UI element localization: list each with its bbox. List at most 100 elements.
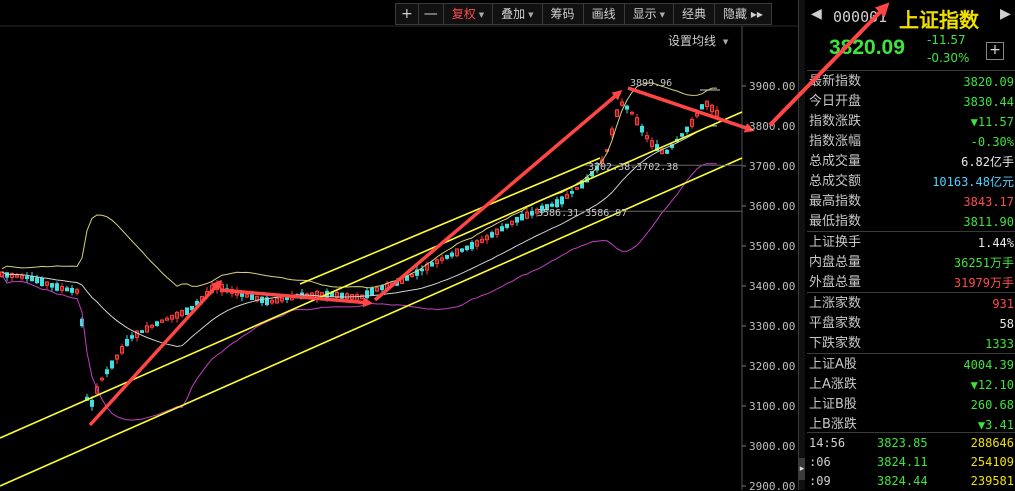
classic-button[interactable]: 经典 (672, 3, 715, 25)
stat-label: 上证B股 (809, 397, 857, 412)
y-tick-label: 2900.00 (749, 480, 795, 490)
tick-row: :06 3824.11 254109 (807, 453, 1015, 472)
zoom-in-button[interactable]: + (395, 3, 419, 25)
y-tick-label: 3400.00 (749, 280, 795, 293)
candle-body (420, 268, 424, 272)
stat-row: 总成交量 6.82亿手 (807, 152, 1015, 172)
candle-body (35, 277, 39, 284)
stat-value: 3830.44 (963, 95, 1014, 109)
candle-body (470, 242, 474, 250)
candle-body (530, 210, 534, 216)
panel-collapse-handle[interactable]: ▸ (799, 458, 805, 480)
trend-arrows (88, 86, 755, 427)
stat-value: 3811.90 (963, 215, 1014, 229)
candle-body (370, 287, 374, 296)
candle-body (640, 125, 644, 133)
boll-lower-line (1, 163, 717, 421)
settings-ma-label: 设置均线 (668, 34, 717, 48)
stat-label: 上证A股 (809, 357, 857, 372)
tick-price: 3824.44 (877, 474, 928, 488)
price-change: -11.57 (927, 33, 966, 47)
candle-body (285, 297, 289, 300)
candle-body (70, 287, 74, 293)
chart-toolbar: + — 复权 ▼ 叠加 ▼ 筹码 画线 显示 ▼ 经典 隐藏 ▸▸ (395, 3, 772, 25)
stat-row: 上证B股 260.68 (807, 395, 1015, 415)
dropdown-caret-icon: ▼ (659, 10, 665, 19)
candle-body (550, 203, 554, 207)
y-tick-label: 3100.00 (749, 400, 795, 413)
stat-label: 外盘总量 (809, 275, 862, 290)
candle-body (685, 126, 689, 133)
hide-button[interactable]: 隐藏 ▸▸ (714, 3, 772, 25)
stat-row: 指数涨跌 ▼11.57 (807, 112, 1015, 132)
stat-value: 3843.17 (963, 195, 1014, 209)
stat-row: 下跌家数 1333 (807, 334, 1015, 354)
quote-content: ◀ 000001 上证指数 ▶ 3820.09 -11.57 -0.30% + … (807, 0, 1015, 490)
stat-value: 4004.39 (963, 358, 1014, 372)
candle-body (665, 149, 669, 154)
stat-label: 上A涨跌 (809, 377, 857, 392)
boll-upper-line (1, 82, 717, 289)
candle-body (450, 252, 454, 257)
y-axis: 3900.00 3800.00 3700.00 3600.00 3500.00 3400.… (742, 80, 795, 490)
chips-button[interactable]: 筹码 (541, 3, 584, 25)
candle-body (140, 330, 144, 334)
level-label: 3702.38-3702.38 (588, 162, 678, 173)
stat-row: 上涨家数 931 (807, 294, 1015, 314)
stat-label: 今日开盘 (809, 94, 862, 109)
kline-chart-area[interactable]: 3899.96 3702.38-3702.38 3586.31-3586.97 39… (0, 0, 798, 490)
stat-value: ▼12.10 (970, 378, 1014, 392)
candle-body (55, 283, 59, 291)
candle-body (465, 245, 469, 251)
tick-price: 3823.85 (877, 436, 928, 450)
index-name: 上证指数 (899, 8, 979, 32)
kline-chart[interactable]: 3899.96 3702.38-3702.38 3586.31-3586.97 39… (0, 0, 798, 490)
next-symbol-icon[interactable]: ▶ (1000, 6, 1011, 22)
y-tick-label: 3600.00 (749, 200, 795, 213)
candle-body (500, 226, 504, 232)
overlay-label: 叠加 (501, 7, 526, 21)
stat-value: 260.68 (970, 398, 1014, 412)
channel-line (0, 157, 743, 487)
stat-value: 58 (999, 317, 1014, 331)
candle-body (365, 290, 369, 299)
tick-volume: 239581 (970, 474, 1014, 488)
candle-body (90, 399, 94, 407)
stat-value: 36251万手 (953, 256, 1014, 270)
stat-row: 今日开盘 3830.44 (807, 92, 1015, 112)
divider (807, 292, 1015, 293)
stat-row: 最低指数 3811.90 (807, 212, 1015, 232)
stat-label: 下跌家数 (809, 336, 862, 351)
stat-row: 上A涨跌 ▼12.10 (807, 375, 1015, 395)
add-watchlist-button[interactable]: + (986, 42, 1004, 60)
stat-row: 外盘总量 31979万手 (807, 273, 1015, 293)
stat-label: 总成交额 (809, 174, 862, 189)
prev-symbol-icon[interactable]: ◀ (811, 6, 822, 22)
tick-time: :09 (809, 474, 831, 488)
index-code: 000001 (833, 8, 888, 26)
candle-body (680, 133, 684, 137)
adjust-label: 复权 (451, 7, 476, 21)
draw-line-button[interactable]: 画线 (582, 3, 625, 25)
display-button[interactable]: 显示 ▼ (623, 3, 674, 25)
expand-icon: ▸▸ (750, 7, 763, 21)
zoom-out-button[interactable]: — (417, 3, 444, 25)
stat-label: 总成交量 (809, 154, 862, 169)
candle-body (125, 338, 129, 346)
candle-body (110, 360, 114, 369)
candle-body (445, 254, 449, 259)
stat-value: 6.82亿手 (961, 155, 1014, 169)
ma-line (1, 125, 717, 348)
candle-body (430, 262, 434, 267)
adjust-button[interactable]: 复权 ▼ (442, 3, 494, 25)
candle-body (570, 191, 574, 194)
candle-body (250, 294, 254, 300)
settings-ma-button[interactable]: 设置均线 ▼ (668, 32, 728, 49)
candle-body (625, 105, 629, 110)
panel-collapse-bar[interactable] (799, 0, 805, 490)
candle-body (105, 369, 109, 375)
candle-body (25, 276, 29, 280)
stat-label: 平盘家数 (809, 316, 862, 331)
overlay-button[interactable]: 叠加 ▼ (492, 3, 543, 25)
candle-body (155, 321, 159, 326)
